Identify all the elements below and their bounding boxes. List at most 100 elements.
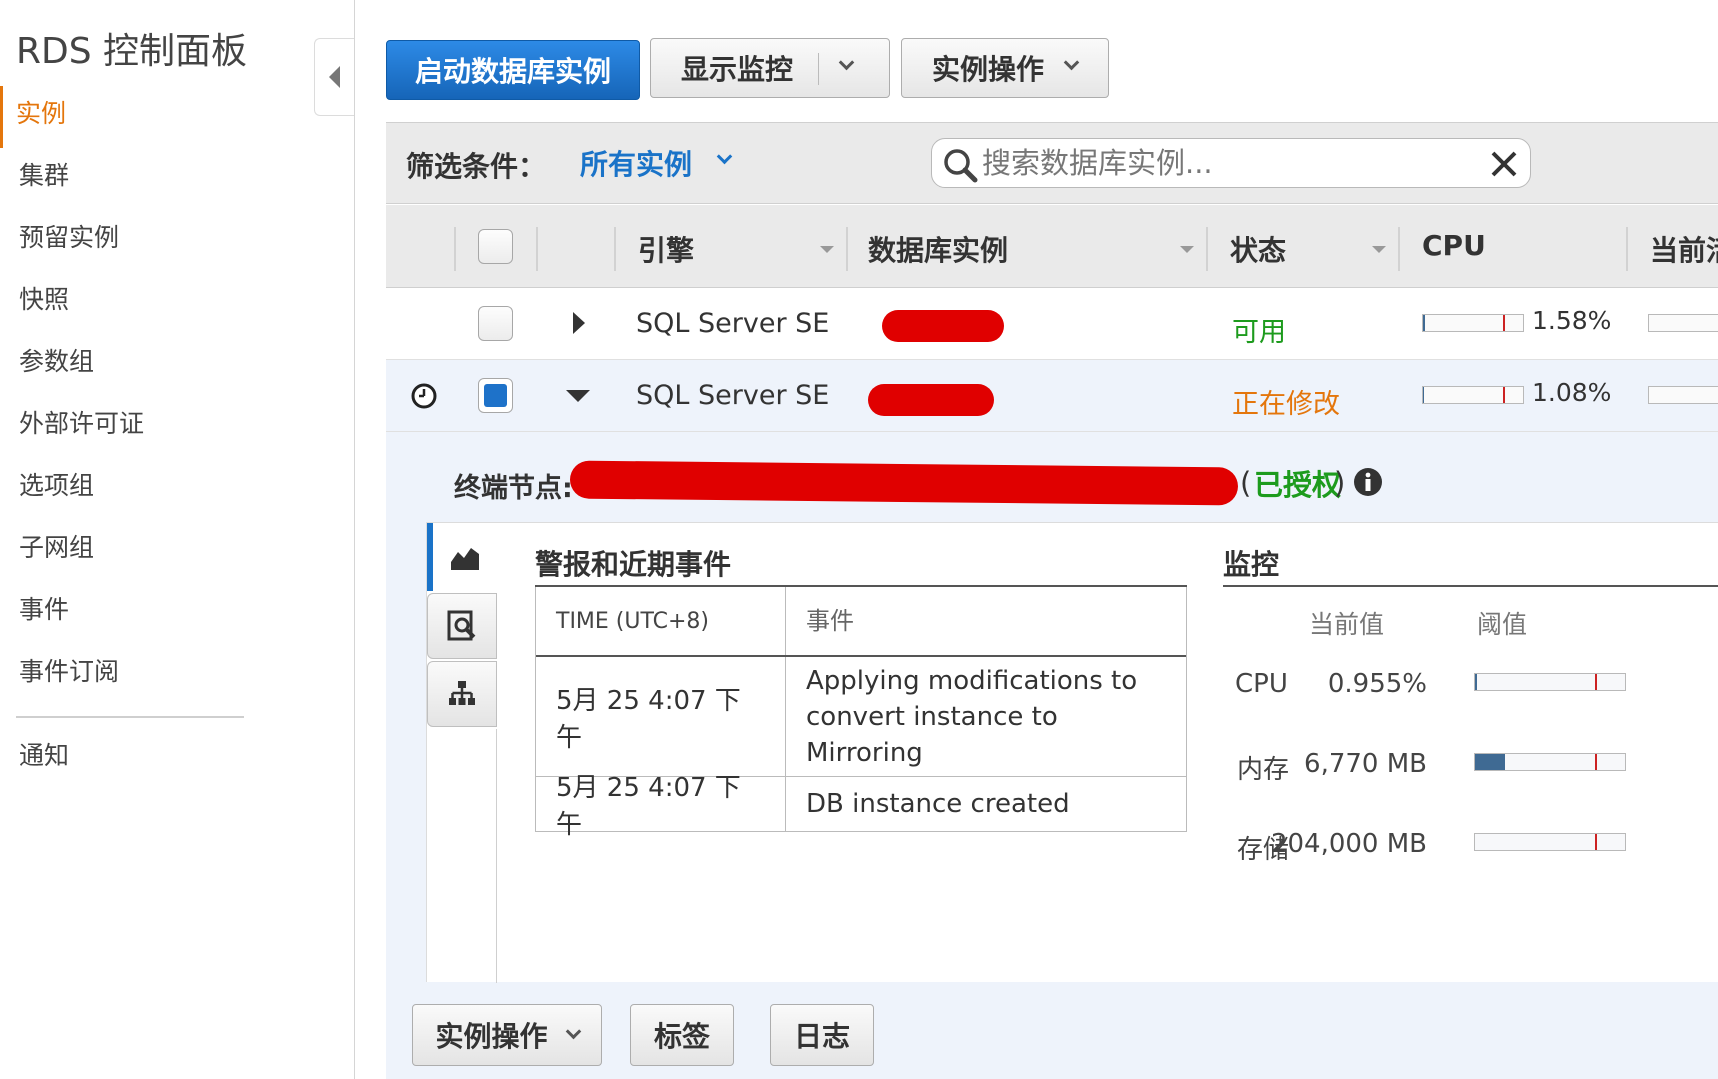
activity-bar bbox=[1648, 314, 1718, 332]
event-time: 5月 25 4:07 下午 bbox=[536, 657, 786, 776]
column-status[interactable]: 状态 bbox=[1230, 229, 1286, 269]
event-time: 5月 25 4:07 下午 bbox=[536, 773, 786, 840]
sort-caret-icon[interactable] bbox=[820, 246, 834, 253]
tab-topology[interactable] bbox=[427, 661, 497, 727]
details-panel: 警报和近期事件 TIME (UTC+8) 事件 5月 25 4:07 下午 Ap… bbox=[426, 522, 1718, 983]
sitemap-icon bbox=[449, 681, 475, 705]
sidebar-collapse-button[interactable] bbox=[314, 38, 354, 116]
chevron-down-icon[interactable] bbox=[716, 148, 733, 165]
column-divider bbox=[536, 227, 538, 271]
sidebar-item-clusters[interactable]: 集群 bbox=[0, 148, 260, 210]
filter-label: 筛选条件： bbox=[406, 150, 547, 183]
column-db-instance[interactable]: 数据库实例 bbox=[868, 229, 1008, 269]
launch-instance-button[interactable]: 启动数据库实例 bbox=[386, 40, 640, 100]
sidebar-item-event-subscriptions[interactable]: 事件订阅 bbox=[0, 644, 260, 706]
magnify-document-icon bbox=[447, 610, 476, 641]
cpu-cell: 1.08% bbox=[1532, 378, 1612, 407]
event-message: Applying modifications to convert instan… bbox=[806, 665, 1138, 768]
engine-cell: SQL Server SE bbox=[636, 380, 830, 411]
table-row[interactable]: SQL Server SE 可用 1.58% bbox=[386, 288, 1718, 360]
cpu-bar bbox=[1422, 314, 1524, 332]
event-message: DB instance created bbox=[806, 789, 1070, 819]
chevron-down-icon bbox=[1063, 54, 1080, 71]
sidebar: RDS 控制面板 实例 集群 预留实例 快照 参数组 外部许可证 选项组 子网组… bbox=[0, 0, 355, 1079]
metric-value: 204,000 MB bbox=[1270, 829, 1427, 859]
sidebar-divider bbox=[16, 716, 244, 718]
monitor-col-current: 当前值 bbox=[1309, 610, 1385, 639]
sort-caret-icon[interactable] bbox=[1180, 246, 1194, 253]
endpoint-auth-status: 已授权 bbox=[1254, 468, 1342, 502]
sidebar-nav: 实例 集群 预留实例 快照 参数组 外部许可证 选项组 子网组 事件 事件订阅 … bbox=[0, 86, 260, 790]
chevron-down-icon bbox=[838, 54, 855, 71]
column-divider bbox=[614, 227, 616, 271]
search-input[interactable] bbox=[982, 145, 1462, 181]
endpoint-paren-close: ) bbox=[1334, 466, 1346, 500]
events-title: 警报和近期事件 bbox=[535, 548, 732, 581]
chevron-left-icon bbox=[329, 66, 340, 88]
tab-details[interactable] bbox=[427, 593, 497, 659]
instance-actions-button[interactable]: 实例操作 bbox=[901, 38, 1109, 98]
status-cell: 正在修改 bbox=[1232, 389, 1340, 420]
row-checkbox[interactable] bbox=[478, 378, 513, 413]
cpu-bar-fill bbox=[1423, 315, 1425, 331]
cpu-bar-fill bbox=[1423, 387, 1425, 403]
cpu-bar bbox=[1422, 386, 1524, 404]
instance-actions-bottom-label: 实例操作 bbox=[435, 1020, 548, 1053]
column-divider bbox=[1398, 227, 1400, 271]
expand-arrow-icon[interactable] bbox=[573, 312, 585, 334]
clock-icon bbox=[411, 383, 437, 409]
sidebar-item-events[interactable]: 事件 bbox=[0, 582, 260, 644]
status-cell: 可用 bbox=[1232, 317, 1286, 348]
collapse-arrow-icon[interactable] bbox=[566, 390, 590, 402]
table-row[interactable]: SQL Server SE 正在修改 1.08% bbox=[386, 360, 1718, 432]
sidebar-item-option-groups[interactable]: 选项组 bbox=[0, 458, 260, 520]
redacted-endpoint bbox=[569, 460, 1239, 506]
sidebar-item-snapshots[interactable]: 快照 bbox=[0, 272, 260, 334]
sidebar-item-parameter-groups[interactable]: 参数组 bbox=[0, 334, 260, 396]
redacted-instance-name bbox=[868, 384, 994, 416]
instance-details: 终端节点: ( 已授权 ) 警报和近期事件 TIME (UTC+8) 事件 5月… bbox=[386, 432, 1718, 1079]
close-icon[interactable] bbox=[1487, 147, 1521, 181]
tab-divider bbox=[496, 729, 497, 983]
monitoring-title: 监控 bbox=[1223, 548, 1280, 581]
sort-caret-icon[interactable] bbox=[1372, 246, 1386, 253]
engine-cell: SQL Server SE bbox=[636, 308, 830, 339]
button-divider bbox=[818, 53, 819, 85]
show-monitoring-label: 显示监控 bbox=[681, 53, 794, 86]
column-engine[interactable]: 引擎 bbox=[638, 229, 694, 269]
metric-bar bbox=[1474, 753, 1626, 771]
instance-actions-bottom-button[interactable]: 实例操作 bbox=[412, 1004, 602, 1066]
sidebar-item-instances[interactable]: 实例 bbox=[0, 86, 260, 148]
section-rule bbox=[1223, 585, 1718, 587]
endpoint-label: 终端节点: bbox=[454, 473, 573, 504]
event-row: 5月 25 4:07 下午 DB instance created bbox=[536, 773, 1186, 840]
filter-dropdown[interactable]: 所有实例 bbox=[580, 143, 692, 183]
redacted-instance-name bbox=[882, 310, 1004, 342]
sidebar-item-licenses[interactable]: 外部许可证 bbox=[0, 396, 260, 458]
search-icon bbox=[944, 149, 978, 183]
column-current-activity[interactable]: 当前活 bbox=[1650, 229, 1718, 269]
metric-value: 0.955% bbox=[1327, 669, 1427, 699]
event-row: 5月 25 4:07 下午 Applying modifications to … bbox=[536, 657, 1186, 777]
events-header: TIME (UTC+8) 事件 bbox=[536, 587, 1186, 657]
sidebar-item-reserved[interactable]: 预留实例 bbox=[0, 210, 260, 272]
metric-bar-fill bbox=[1475, 674, 1477, 690]
show-monitoring-button[interactable]: 显示监控 bbox=[650, 38, 890, 98]
metric-bar-fill bbox=[1475, 754, 1505, 770]
activity-bar bbox=[1648, 386, 1718, 404]
select-all-checkbox[interactable] bbox=[478, 229, 513, 264]
logs-button[interactable]: 日志 bbox=[770, 1004, 874, 1066]
sidebar-item-subnet-groups[interactable]: 子网组 bbox=[0, 520, 260, 582]
row-checkbox[interactable] bbox=[478, 306, 513, 341]
info-icon[interactable] bbox=[1352, 466, 1384, 498]
tab-alarms-events[interactable] bbox=[427, 523, 497, 591]
column-cpu[interactable]: CPU bbox=[1422, 229, 1486, 262]
monitor-col-threshold: 阈值 bbox=[1477, 610, 1528, 639]
sidebar-title: RDS 控制面板 bbox=[16, 31, 248, 72]
filter-bar: 筛选条件： 所有实例 bbox=[386, 122, 1718, 204]
events-header-time: TIME (UTC+8) bbox=[536, 587, 786, 655]
area-chart-icon bbox=[451, 548, 479, 570]
sidebar-item-notifications[interactable]: 通知 bbox=[0, 728, 260, 790]
metric-bar-threshold bbox=[1595, 674, 1597, 690]
tags-button[interactable]: 标签 bbox=[630, 1004, 734, 1066]
